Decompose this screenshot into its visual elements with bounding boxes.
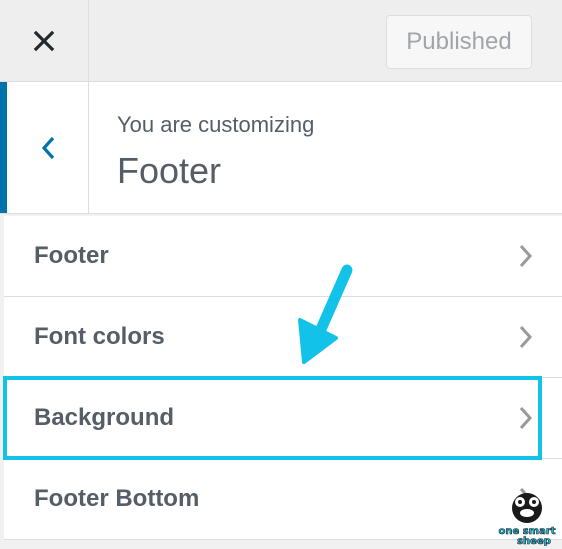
menu-item-label: Font colors xyxy=(34,323,165,350)
customizing-label: You are customizing xyxy=(117,112,315,137)
close-button[interactable] xyxy=(0,0,89,81)
menu-item-footer[interactable]: Footer xyxy=(4,216,562,297)
menu-item-label: Footer Bottom xyxy=(34,485,200,512)
menu-item-font-colors[interactable]: Font colors xyxy=(4,297,562,378)
customizer-header: Published xyxy=(0,0,562,82)
menu-item-footer-bottom[interactable]: Footer Bottom xyxy=(4,459,562,540)
section-header: You are customizing Footer xyxy=(0,82,562,214)
section-title: Footer xyxy=(117,150,222,191)
customizer-panel: Published You are customizing Footer Foo… xyxy=(0,0,562,549)
chevron-right-icon xyxy=(519,244,533,268)
chevron-left-icon xyxy=(41,136,54,159)
menu-item-label: Footer xyxy=(34,242,109,269)
menu-item-label: Background xyxy=(34,404,175,431)
publish-button[interactable]: Published xyxy=(386,15,532,69)
menu-item-background[interactable]: Background xyxy=(4,378,562,459)
back-button[interactable] xyxy=(0,82,89,213)
chevron-right-icon xyxy=(519,406,533,430)
section-menu: Footer Font colors Background Footer Bot… xyxy=(4,216,562,540)
chevron-right-icon xyxy=(519,487,533,511)
close-icon xyxy=(33,30,55,51)
chevron-right-icon xyxy=(519,325,533,349)
